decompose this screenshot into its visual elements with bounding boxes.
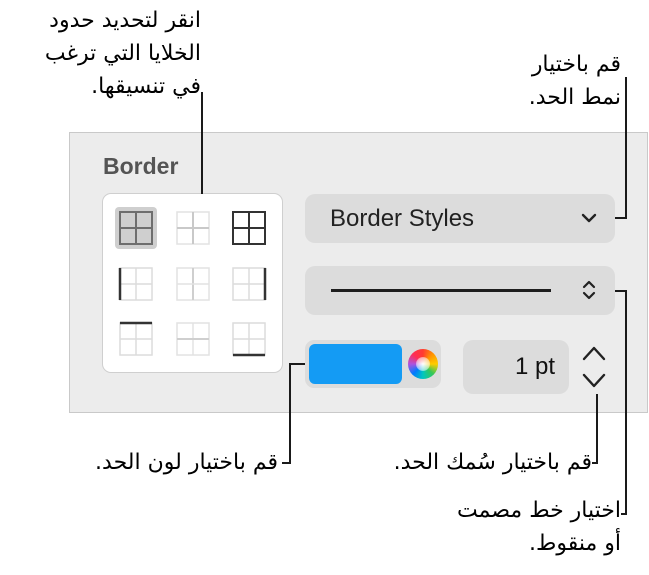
leader-line-width (596, 394, 598, 464)
inside-borders-icon[interactable] (172, 207, 214, 249)
callout-line: نمط الحد. (528, 85, 621, 110)
leader-line-cells (201, 92, 203, 194)
border-color-well[interactable] (305, 340, 441, 388)
outside-borders-icon[interactable] (228, 207, 270, 249)
bottom-border-icon[interactable] (228, 318, 270, 360)
callout-line: في تنسيقها. (91, 74, 201, 99)
leader-line-color (289, 363, 305, 365)
callout-line: أو منقوط. (529, 531, 621, 556)
callout-line: اختيار خط مصمت (457, 498, 621, 523)
leader-line-width (592, 462, 598, 464)
solid-line-preview (331, 289, 551, 292)
border-cell-picker (102, 193, 283, 373)
border-width-field[interactable]: 1 pt (463, 340, 569, 394)
panel-title: Border (103, 153, 179, 179)
inside-vertical-icon[interactable] (172, 263, 214, 305)
left-border-icon[interactable] (115, 263, 157, 305)
border-styles-dropdown[interactable]: Border Styles (305, 194, 615, 243)
callout-line: الخلايا التي ترغب (44, 41, 201, 66)
callout-border-style: قم باختيار نمط الحد. (529, 48, 621, 114)
callout-cell-selection: انقر لتحديد حدود الخلايا التي ترغب في تن… (45, 4, 201, 103)
chevron-up-icon[interactable] (579, 342, 609, 366)
chevron-down-icon[interactable] (579, 368, 609, 392)
leader-line-color (289, 363, 291, 464)
chevron-down-icon (577, 206, 601, 230)
leader-line-style (615, 217, 627, 219)
inside-horizontal-icon[interactable] (172, 318, 214, 360)
leader-line-line-type (625, 290, 627, 515)
up-down-chevron-icon (577, 278, 601, 302)
border-styles-label: Border Styles (330, 205, 475, 232)
leader-line-style (625, 77, 627, 219)
callout-line-type: اختيار خط مصمت أو منقوط. (457, 494, 621, 560)
leader-line-line-type (621, 513, 627, 515)
callout-line: قم باختيار سُمك الحد. (393, 450, 592, 475)
color-swatch[interactable] (309, 344, 402, 384)
border-width-stepper[interactable] (577, 340, 613, 394)
border-width-value: 1 pt (514, 353, 555, 380)
right-border-icon[interactable] (228, 263, 270, 305)
color-wheel-icon[interactable] (408, 349, 438, 379)
callout-border-color: قم باختيار لون الحد. (95, 446, 278, 479)
leader-line-line-type (615, 290, 627, 292)
callout-line: قم باختيار لون الحد. (95, 450, 278, 475)
line-type-select[interactable] (305, 266, 615, 315)
callout-border-width: قم باختيار سُمك الحد. (394, 446, 592, 479)
callout-line: انقر لتحديد حدود (49, 8, 201, 33)
callout-line: قم باختيار (531, 52, 621, 77)
top-border-icon[interactable] (115, 318, 157, 360)
leader-line-color (282, 462, 291, 464)
all-borders-icon[interactable] (115, 207, 157, 249)
